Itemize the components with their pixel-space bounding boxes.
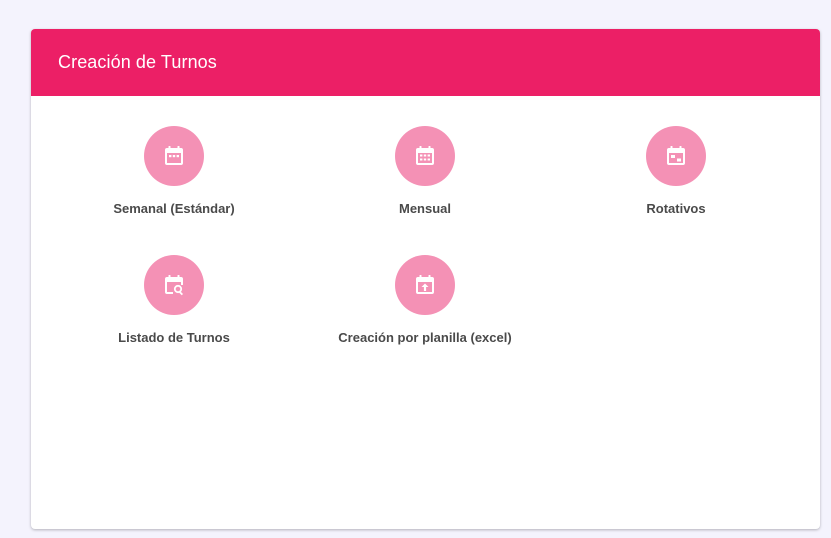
option-planilla[interactable]: Creación por planilla (excel) (305, 255, 545, 345)
option-rotativos-label[interactable]: Rotativos (646, 201, 705, 216)
option-listado[interactable]: Listado de Turnos (54, 255, 294, 345)
calendar-upload-icon (413, 273, 437, 297)
option-listado-icon-circle[interactable] (144, 255, 204, 315)
option-listado-label[interactable]: Listado de Turnos (118, 330, 230, 345)
calendar-search-icon (162, 273, 186, 297)
page-title: Creación de Turnos (58, 52, 217, 72)
option-semanal[interactable]: Semanal (Estándar) (54, 126, 294, 216)
option-semanal-icon-circle[interactable] (144, 126, 204, 186)
calendar-month-icon (413, 144, 437, 168)
calendar-week-icon (162, 144, 186, 168)
card-header: Creación de Turnos (31, 29, 820, 96)
option-mensual-icon-circle[interactable] (395, 126, 455, 186)
shift-creation-card: Creación de Turnos Semanal (Estándar) Me… (31, 29, 820, 529)
option-mensual-label[interactable]: Mensual (399, 201, 451, 216)
option-rotativos[interactable]: Rotativos (556, 126, 796, 216)
option-semanal-label[interactable]: Semanal (Estándar) (113, 201, 234, 216)
option-rotativos-icon-circle[interactable] (646, 126, 706, 186)
option-mensual[interactable]: Mensual (305, 126, 545, 216)
calendar-rotate-icon (664, 144, 688, 168)
option-planilla-icon-circle[interactable] (395, 255, 455, 315)
option-planilla-label[interactable]: Creación por planilla (excel) (338, 330, 511, 345)
